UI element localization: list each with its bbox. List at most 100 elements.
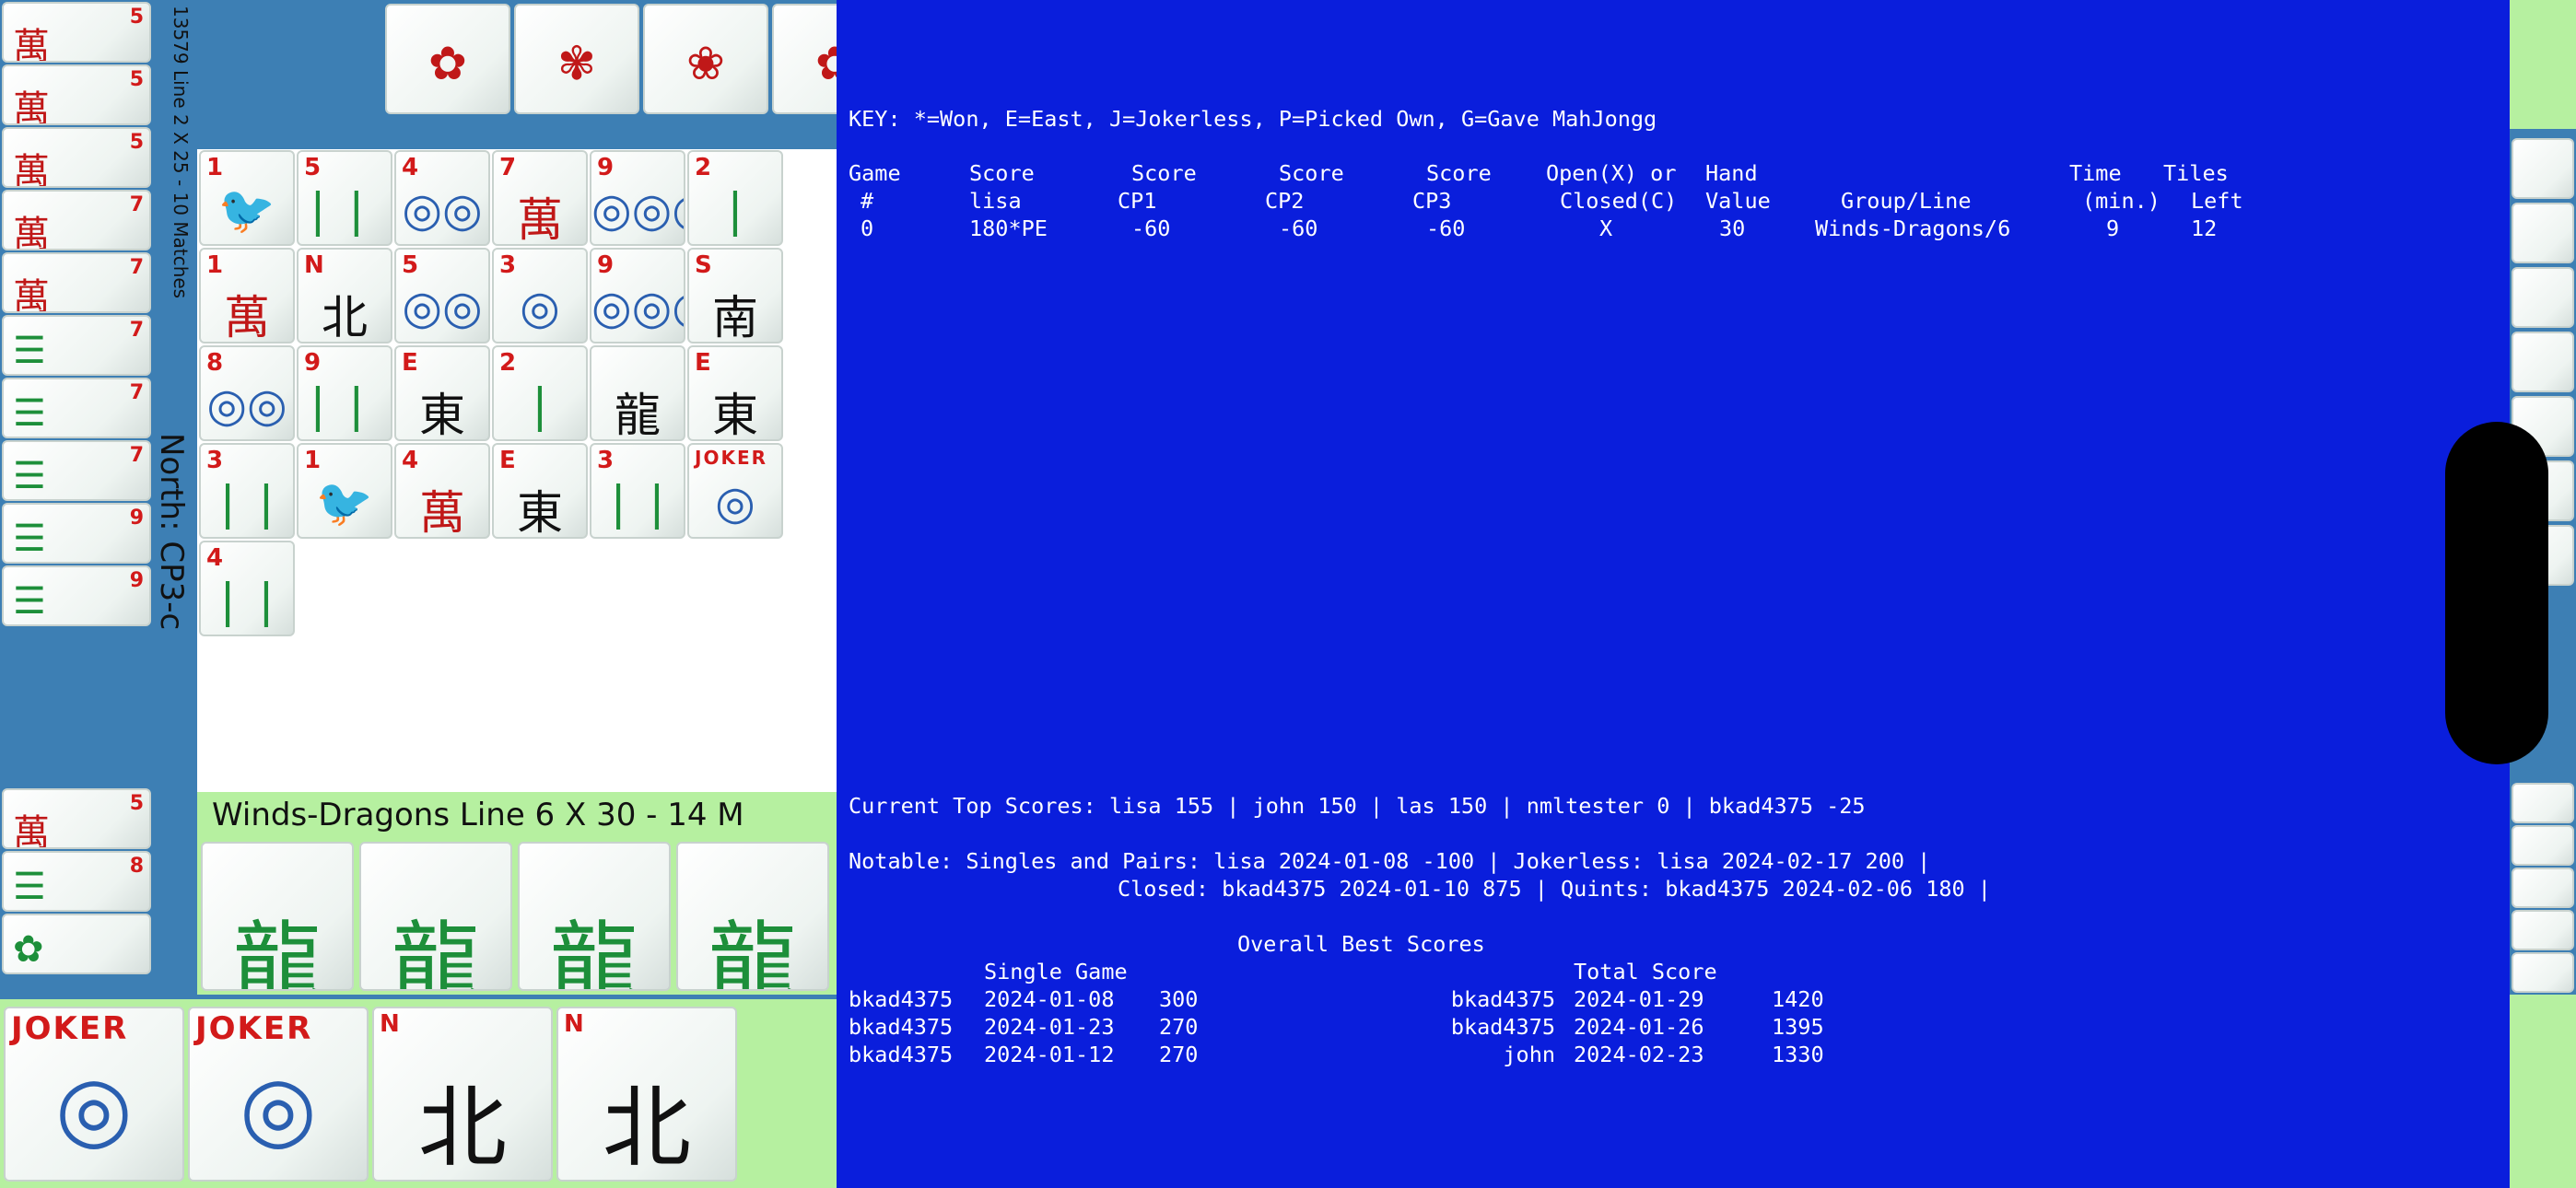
right-rack-tile[interactable]	[2512, 868, 2574, 908]
tile-glyph: ◎	[715, 476, 755, 530]
right-rack-tile[interactable]	[2512, 783, 2574, 823]
rack-tile[interactable]: 7萬	[2, 252, 151, 313]
tile-number: JOKER	[195, 1010, 313, 1047]
total-score-value: 1330	[1772, 1042, 1824, 1067]
dragon-exposure-row: 龍龍龍龍	[197, 838, 842, 995]
tile-glyph: ☰	[13, 866, 46, 908]
rack-tile[interactable]: 7萬	[2, 190, 151, 250]
board-tile[interactable]: 9❘❘❘	[297, 345, 392, 441]
board-tile[interactable]: 2 ❘	[687, 150, 783, 246]
board-tile[interactable]: N北	[297, 248, 392, 344]
rack-tile[interactable]: 7 ☰	[2, 315, 151, 376]
board-tile[interactable]: 9◎◎◎	[590, 248, 685, 344]
right-rack-tile[interactable]	[2512, 952, 2574, 993]
tile-glyph: ☰	[13, 580, 46, 623]
total-score-date: 2024-02-23	[1574, 1042, 1704, 1067]
panel-scroll-handle[interactable]	[2445, 422, 2548, 764]
dragon-tile[interactable]: 龍	[359, 842, 512, 991]
tile-glyph: 東	[712, 389, 758, 441]
tile-number: 8	[129, 855, 144, 878]
board-tile[interactable]: JOKER ◎	[687, 443, 783, 539]
flower-tile[interactable]: ✾	[514, 4, 639, 114]
total-score-player: john	[1503, 1042, 1555, 1067]
rack-tile[interactable]: 5萬	[2, 127, 151, 188]
header-minutes: (min.)	[2082, 188, 2160, 214]
row-score-lisa: 180*PE	[969, 215, 1048, 241]
total-score-value: 1395	[1772, 1014, 1824, 1040]
board-tile[interactable]: 4萬	[394, 443, 490, 539]
right-rack-tile[interactable]	[2512, 138, 2574, 199]
tile-glyph: 龍	[708, 912, 797, 991]
tile-glyph: ❘❘	[208, 574, 286, 627]
board-tile[interactable]: 1 🐦	[199, 150, 295, 246]
tile-glyph: 萬	[224, 291, 270, 344]
rack-tile[interactable]: N北	[556, 1007, 737, 1182]
dragon-tile[interactable]: 龍	[676, 842, 829, 991]
board-tile[interactable]: 5 ◎◎	[394, 248, 490, 344]
right-rack-tile[interactable]	[2512, 825, 2574, 866]
board-tile[interactable]: S南	[687, 248, 783, 344]
board-tile[interactable]: 1萬	[199, 248, 295, 344]
total-score-date: 2024-01-29	[1574, 986, 1704, 1012]
notable-line-1: Notable: Singles and Pairs: lisa 2024-01…	[849, 848, 1931, 874]
tile-glyph: ◎◎	[206, 379, 287, 432]
total-score-value: 1420	[1772, 986, 1824, 1012]
rack-tile[interactable]: 5萬	[2, 788, 151, 849]
rack-tile[interactable]: JOKER ◎	[188, 1007, 369, 1182]
dragon-tile[interactable]: 龍	[201, 842, 354, 991]
tile-glyph: ☰	[13, 392, 46, 435]
rack-tile[interactable]: 5萬	[2, 2, 151, 63]
tile-number: 2	[499, 349, 517, 377]
right-rack-tile[interactable]	[2512, 910, 2574, 950]
tile-glyph: 北	[603, 1077, 691, 1180]
board-tile[interactable]: 3 ❘❘	[199, 443, 295, 539]
rack-tile[interactable]: ✿	[2, 914, 151, 974]
north-player-label: North: CP3-c	[153, 433, 190, 631]
rack-tile[interactable]: 9 ☰	[2, 503, 151, 564]
board-tile[interactable]: 7萬	[492, 150, 588, 246]
header-score-cp2: Score	[1279, 160, 1344, 186]
tile-glyph: 萬	[419, 486, 465, 539]
tile-number: 7	[129, 256, 144, 279]
board-tile[interactable]: 2 ❘	[492, 345, 588, 441]
right-rack-tile[interactable]	[2512, 332, 2574, 392]
right-rack-tile[interactable]	[2512, 203, 2574, 263]
right-rack-top	[2508, 0, 2576, 129]
tile-number: 5	[129, 792, 144, 815]
board-tile[interactable]: 4 ◎◎	[394, 150, 490, 246]
board-tile[interactable]: E東	[687, 345, 783, 441]
board-tile[interactable]: E東	[394, 345, 490, 441]
board-tile[interactable]: E東	[492, 443, 588, 539]
board-tile[interactable]: 9◎◎◎	[590, 150, 685, 246]
rack-tile[interactable]: N北	[372, 1007, 553, 1182]
dragon-tile[interactable]: 龍	[518, 842, 671, 991]
single-game-player: bkad4375	[849, 1042, 954, 1067]
board-tile[interactable]: 4 ❘❘	[199, 541, 295, 636]
board-tile[interactable]: 龍	[590, 345, 685, 441]
header-score-cp3: Score	[1426, 160, 1492, 186]
board-tile[interactable]: 5❘❘❘	[297, 150, 392, 246]
flower-tile[interactable]: ✿	[385, 4, 510, 114]
tile-glyph: 北	[418, 1077, 507, 1180]
rack-tile[interactable]: 5萬	[2, 64, 151, 125]
header-player-cp2: CP2	[1265, 188, 1305, 214]
row-game-num: 0	[861, 215, 874, 241]
right-rack-tile[interactable]	[2512, 267, 2574, 328]
tile-number: 5	[129, 68, 144, 91]
flower-tile[interactable]: ❀	[643, 4, 768, 114]
tile-number: 7	[499, 154, 517, 181]
board-tile[interactable]: 3 ❘❘	[590, 443, 685, 539]
rack-tile[interactable]: 7 ☰	[2, 440, 151, 501]
board-tile[interactable]: 1 🐦	[297, 443, 392, 539]
board-tile[interactable]: 3 ◎	[492, 248, 588, 344]
rack-tile[interactable]: 7 ☰	[2, 378, 151, 438]
tile-glyph: ❀	[686, 37, 725, 90]
tile-number: 5	[129, 6, 144, 29]
current-top-scores: Current Top Scores: lisa 155 | john 150 …	[849, 793, 1866, 819]
rack-tile[interactable]: JOKER ◎	[4, 1007, 184, 1182]
tile-glyph: ☰	[13, 455, 46, 497]
row-score-cp2: -60	[1279, 215, 1318, 241]
rack-tile[interactable]: 8 ☰	[2, 851, 151, 912]
rack-tile[interactable]: 9 ☰	[2, 565, 151, 626]
board-tile[interactable]: 8 ◎◎	[199, 345, 295, 441]
